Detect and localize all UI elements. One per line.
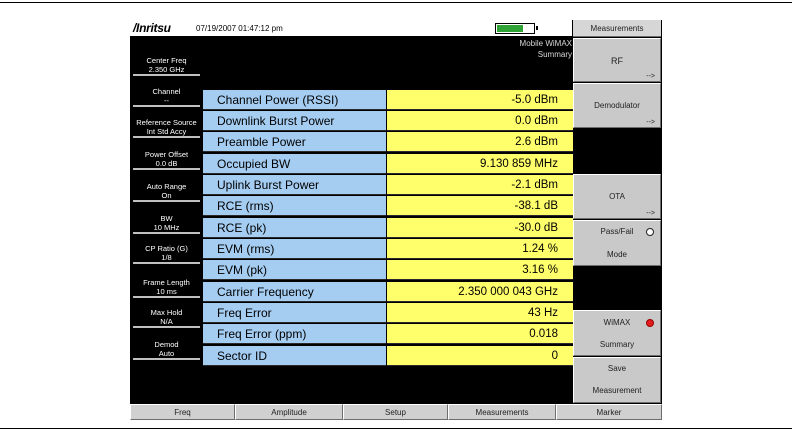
softkey-label-line2: Summary	[599, 340, 635, 349]
param-center-freq: Center Freq 2.350 GHz	[133, 56, 200, 76]
param-value: On	[161, 191, 172, 200]
demodulator-softkey[interactable]: Demodulator -->	[573, 83, 661, 128]
param-value: 10 MHz	[153, 223, 180, 232]
row-label: Occupied BW	[203, 154, 386, 174]
param-value: 2.350 GHz	[148, 65, 185, 74]
wimax-summary-softkey[interactable]: WiMAX Summary	[573, 310, 661, 356]
row-label: Preamble Power	[203, 132, 386, 152]
param-cp-ratio: CP Ratio (G) 1/8	[133, 244, 200, 264]
row-value: -2.1 dBm	[387, 175, 573, 195]
param-channel: Channel --	[133, 87, 200, 107]
row-label: Freq Error (ppm)	[203, 324, 386, 344]
row-label: Sector ID	[203, 346, 386, 366]
softkey-label: OTA	[609, 192, 625, 201]
param-bw: BW 10 MHz	[133, 214, 200, 234]
battery-level-fill	[497, 25, 523, 32]
softkey-label-line2: Mode	[606, 250, 627, 259]
analyzer-screen: /Inritsu 07/19/2007 01:47:12 pm Mobile W…	[130, 20, 662, 420]
row-label: EVM (rms)	[203, 239, 386, 259]
mode-view: Summary	[537, 50, 572, 59]
param-label: Center Freq	[146, 56, 187, 65]
row-value: 9.130 859 MHz	[387, 154, 573, 174]
param-value: Auto	[158, 349, 175, 358]
softkey-label-line1: Save	[607, 364, 627, 373]
battery-tip-icon	[536, 26, 538, 30]
row-label: Downlink Burst Power	[203, 111, 386, 131]
active-indicator-icon	[646, 319, 654, 327]
tab-marker[interactable]: Marker	[556, 404, 662, 420]
row-label: Carrier Frequency	[203, 282, 386, 302]
param-label: Frame Length	[143, 278, 190, 287]
param-label: CP Ratio (G)	[145, 244, 188, 253]
ota-softkey[interactable]: OTA -->	[573, 174, 661, 219]
row-label: EVM (pk)	[203, 260, 386, 280]
param-frame-length: Frame Length 10 ms	[133, 278, 200, 298]
param-value: N/A	[160, 317, 173, 326]
row-value: 0.0 dBm	[387, 111, 573, 131]
row-label: RCE (rms)	[203, 196, 386, 216]
mode-name: Mobile WiMAX	[519, 39, 572, 48]
param-label: Power Offset	[144, 150, 189, 159]
top-border-line	[0, 2, 792, 3]
row-value: 3.16 %	[387, 260, 573, 280]
softkey-label-line2: Measurement	[592, 386, 642, 395]
row-value: 1.24 %	[387, 239, 573, 259]
brand-logo: /Inritsu	[133, 21, 171, 35]
param-label: Reference Source	[136, 118, 197, 127]
pass-fail-mode-softkey[interactable]: Pass/Fail Mode	[573, 220, 661, 266]
param-value: 1/8	[161, 253, 172, 262]
param-label: Demod	[154, 340, 179, 349]
row-value: 43 Hz	[387, 303, 573, 323]
row-label: Freq Error	[203, 303, 386, 323]
param-label: Channel	[152, 87, 181, 96]
row-label: Channel Power (RSSI)	[203, 90, 386, 110]
softkey-label: RF	[611, 56, 623, 66]
softkey-label: Demodulator	[594, 101, 640, 110]
param-label: BW	[160, 214, 173, 223]
submenu-arrow-icon: -->	[646, 210, 655, 217]
tab-measurements[interactable]: Measurements	[448, 404, 556, 420]
tab-freq[interactable]: Freq	[130, 404, 235, 420]
tab-setup[interactable]: Setup	[343, 404, 448, 420]
param-value: 10 ms	[156, 287, 177, 296]
toggle-off-indicator-icon	[646, 228, 654, 236]
status-bar: /Inritsu 07/19/2007 01:47:12 pm	[130, 20, 572, 37]
param-value: Int Std Accy	[146, 127, 187, 136]
param-max-hold: Max Hold N/A	[133, 308, 200, 328]
param-auto-range: Auto Range On	[133, 182, 200, 202]
param-label: Auto Range	[146, 182, 187, 191]
row-label: RCE (pk)	[203, 218, 386, 238]
row-value: 2.350 000 043 GHz	[387, 282, 573, 302]
row-value: 2.6 dBm	[387, 132, 573, 152]
softkey-menu-title: Measurements	[573, 20, 661, 37]
submenu-arrow-icon: -->	[646, 73, 655, 80]
submenu-arrow-icon: -->	[646, 119, 655, 126]
battery-icon	[495, 23, 535, 34]
param-power-offset: Power Offset 0.0 dB	[133, 150, 200, 170]
row-value: -30.0 dB	[387, 218, 573, 238]
row-value: -5.0 dBm	[387, 90, 573, 110]
tab-amplitude[interactable]: Amplitude	[235, 404, 343, 420]
bottom-border-line	[0, 428, 792, 429]
param-label: Max Hold	[150, 308, 183, 317]
row-label: Uplink Burst Power	[203, 175, 386, 195]
param-value: --	[164, 96, 169, 105]
save-measurement-softkey[interactable]: Save Measurement	[573, 357, 661, 403]
param-value: 0.0 dB	[155, 159, 178, 168]
datetime-readout: 07/19/2007 01:47:12 pm	[196, 24, 283, 33]
row-value: -38.1 dB	[387, 196, 573, 216]
param-reference-source: Reference Source Int Std Accy	[133, 118, 200, 138]
rf-softkey[interactable]: RF -->	[573, 38, 661, 82]
row-value: 0	[387, 346, 573, 366]
param-demod: Demod Auto	[133, 340, 200, 360]
row-value: 0.018	[387, 324, 573, 344]
